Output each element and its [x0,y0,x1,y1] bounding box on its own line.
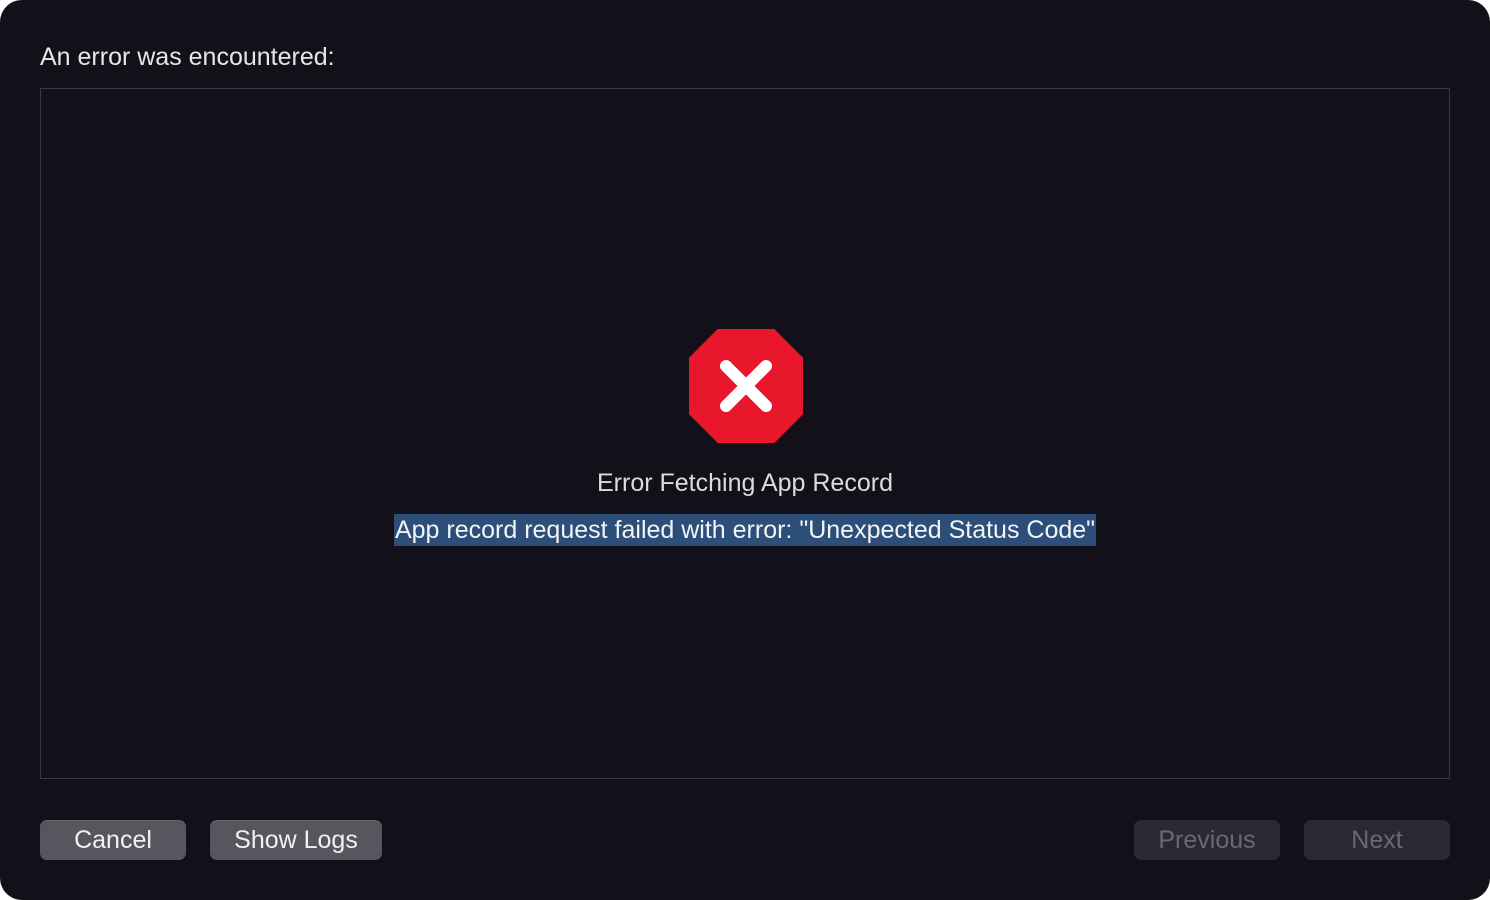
error-dialog: An error was encountered: Error Fetching… [0,0,1490,900]
error-message[interactable]: App record request failed with error: "U… [393,514,1097,546]
error-panel: Error Fetching App Record App record req… [40,88,1450,779]
error-title: Error Fetching App Record [597,469,893,497]
error-message-container: App record request failed with error: "U… [41,514,1449,546]
next-button[interactable]: Next [1304,820,1450,860]
dialog-heading: An error was encountered: [40,43,335,71]
previous-button[interactable]: Previous [1134,820,1280,860]
error-stop-icon [689,329,803,443]
show-logs-button[interactable]: Show Logs [210,820,382,860]
cancel-button[interactable]: Cancel [40,820,186,860]
